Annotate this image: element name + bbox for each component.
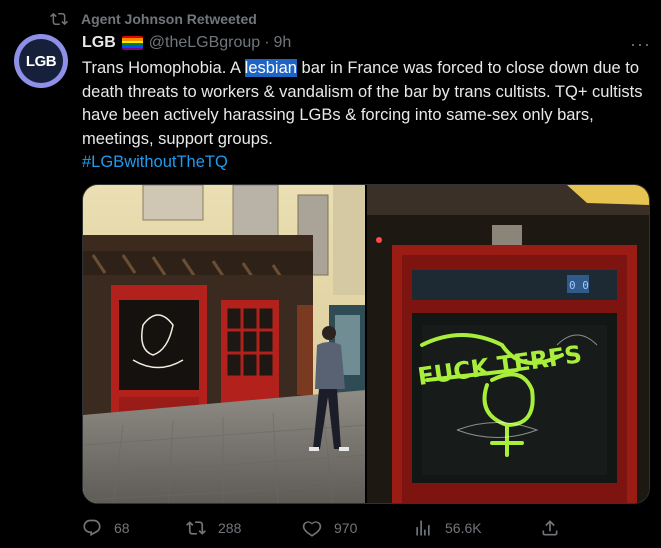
author-name[interactable]: LGB <box>82 34 116 52</box>
vandalized-door-illustration: 0 0 FUCK TERFS <box>367 185 649 503</box>
separator-dot: · <box>264 34 270 51</box>
retweet-button[interactable]: 288 <box>186 518 241 538</box>
action-bar: 68 288 970 56.6K <box>82 518 562 542</box>
author-handle[interactable]: @theLGBgroup <box>149 34 260 52</box>
retweet-count: 288 <box>218 520 242 536</box>
svg-text:0 0: 0 0 <box>569 279 589 292</box>
tweet-text: Trans Homophobia. A lesbian bar in Franc… <box>82 57 652 175</box>
photo-vandalized-door[interactable]: 0 0 FUCK TERFS <box>367 185 649 503</box>
highlighted-word: lesbian <box>244 59 297 77</box>
storefront-illustration <box>83 185 365 503</box>
reply-count: 68 <box>114 520 130 536</box>
like-count: 970 <box>334 520 358 536</box>
photo-storefront-exterior[interactable] <box>83 185 365 503</box>
retweet-indicator[interactable]: Agent Johnson Retweeted <box>50 9 257 29</box>
tweet-header: LGB @theLGBgroup · 9h <box>82 32 291 54</box>
heart-icon <box>302 521 322 537</box>
like-button[interactable]: 970 <box>302 518 357 538</box>
share-icon <box>542 520 558 536</box>
retweet-label: Agent Johnson Retweeted <box>81 11 257 27</box>
tweet-text-part1: Trans Homophobia. A <box>82 59 245 77</box>
timestamp[interactable]: 9h <box>274 34 292 52</box>
share-button[interactable] <box>540 518 572 538</box>
views-count: 56.6K <box>445 520 482 536</box>
rainbow-flag-icon <box>121 36 143 50</box>
retweet-icon <box>186 521 206 535</box>
avatar[interactable]: LGB <box>14 34 68 88</box>
reply-button[interactable]: 68 <box>82 518 130 538</box>
reply-icon <box>83 519 101 537</box>
views-button[interactable]: 56.6K <box>413 518 482 538</box>
views-chart-icon <box>416 520 430 536</box>
retweet-icon <box>50 12 68 26</box>
hashtag-link[interactable]: #LGBwithoutTheTQ <box>82 151 652 175</box>
avatar-text: LGB <box>19 39 63 83</box>
media-grid: 0 0 FUCK TERFS <box>82 184 650 504</box>
more-options-icon[interactable]: ··· <box>630 34 651 55</box>
